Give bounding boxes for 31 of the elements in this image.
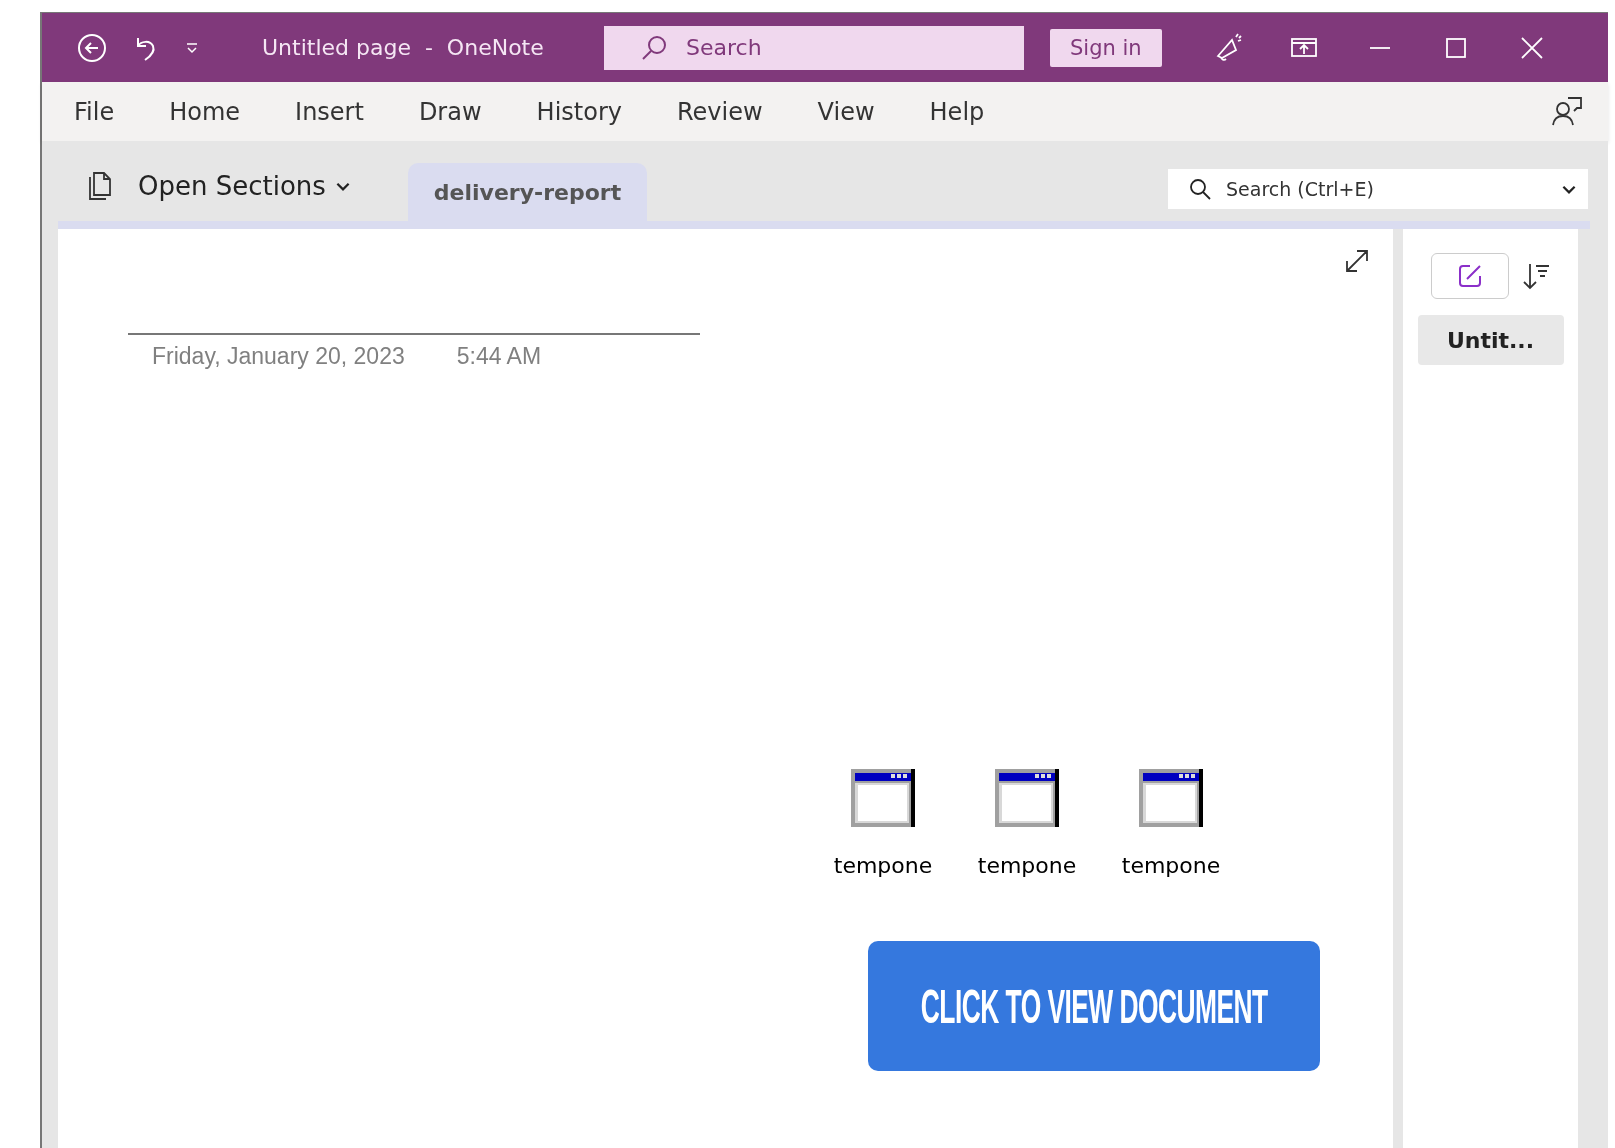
view-document-button[interactable]: CLICK TO VIEW DOCUMENT: [868, 941, 1320, 1071]
menu-tab[interactable]: View: [817, 97, 875, 126]
window-file-icon[interactable]: [1139, 769, 1203, 827]
search-icon: [640, 33, 668, 62]
window-title: Untitled page - OneNote: [262, 35, 545, 60]
page-time: 5:44 AM: [456, 343, 542, 370]
window-file-icon[interactable]: [851, 769, 915, 827]
search-field[interactable]: Search: [604, 25, 1024, 70]
search-icon: [1188, 177, 1212, 201]
menu-tab[interactable]: Draw: [418, 97, 482, 126]
menu-tab[interactable]: File: [74, 97, 115, 126]
search-field[interactable]: Search (Ctrl+E): [1168, 169, 1588, 209]
expand-icon[interactable]: [1343, 247, 1371, 275]
window-file-icon[interactable]: [995, 769, 1059, 827]
menu-tab[interactable]: History: [536, 97, 622, 126]
page-date: Friday, January 20, 2023: [152, 343, 405, 370]
menu-tab[interactable]: Home: [169, 97, 241, 126]
attachment-name[interactable]: tempone: [977, 853, 1077, 878]
sign-in-button[interactable]: Sign in: [1050, 28, 1162, 67]
menu-tab[interactable]: Insert: [295, 97, 364, 126]
menu-tab[interactable]: Review: [676, 97, 763, 126]
sort-icon[interactable]: [1520, 261, 1551, 291]
attachment-name[interactable]: tempone: [1121, 853, 1221, 878]
add-page-button[interactable]: [1430, 253, 1509, 299]
back-icon[interactable]: [76, 31, 108, 64]
page-list-item[interactable]: Untit...: [1417, 315, 1564, 365]
attachment-name[interactable]: tempone: [833, 853, 933, 878]
section-tab[interactable]: delivery-report: [407, 163, 648, 221]
open-sections-dropdown[interactable]: Open Sections: [132, 170, 358, 202]
notebooks-icon[interactable]: [86, 169, 114, 201]
menu-tab[interactable]: Help: [929, 97, 985, 126]
